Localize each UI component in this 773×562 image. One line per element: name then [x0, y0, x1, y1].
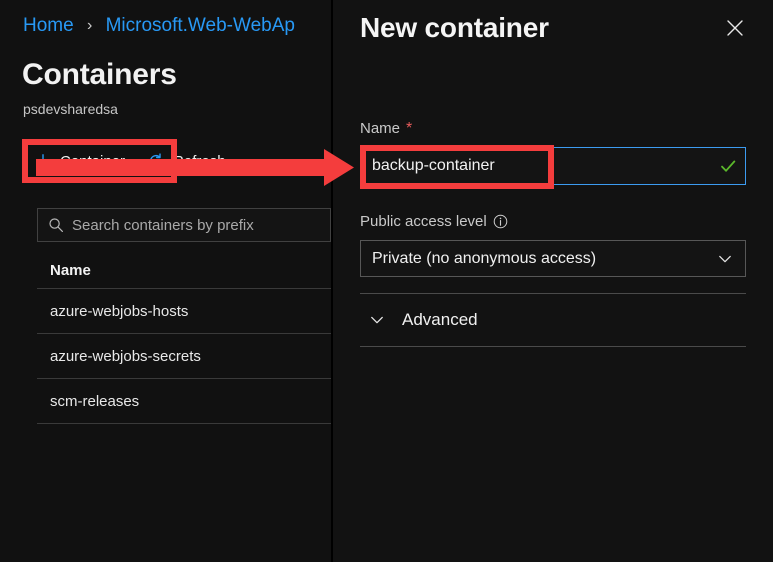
close-icon[interactable] — [719, 12, 751, 44]
required-marker: * — [406, 119, 413, 137]
page-subtitle-storage-account: psdevsharedsa — [23, 101, 118, 117]
public-access-level-label: Public access level — [360, 213, 508, 230]
container-name-cell: azure-webjobs-secrets — [50, 347, 201, 365]
table-row[interactable]: scm-releases — [37, 378, 331, 423]
breadcrumb-item-home[interactable]: Home — [23, 15, 74, 36]
container-name-cell: scm-releases — [50, 392, 140, 410]
new-container-blade: New container Name * Public access level — [333, 0, 773, 562]
table-bottom-divider — [37, 423, 331, 424]
breadcrumb: Home › Microsoft.Web-WebAp — [23, 15, 295, 38]
table-row[interactable]: azure-webjobs-hosts — [37, 288, 331, 333]
name-field-label: Name * — [360, 120, 412, 137]
azure-portal-screen: Home › Microsoft.Web-WebAp Containers ps… — [0, 0, 773, 562]
search-input[interactable] — [72, 216, 330, 234]
add-container-label: Container — [60, 152, 126, 170]
refresh-label: Refresh — [173, 152, 226, 170]
search-icon — [48, 217, 64, 233]
chevron-down-icon — [368, 311, 386, 329]
blade-title: New container — [360, 12, 549, 43]
table-row[interactable]: azure-webjobs-secrets — [37, 333, 331, 378]
name-label-text: Name — [360, 120, 401, 137]
plus-icon — [34, 152, 52, 170]
advanced-toggle[interactable]: Advanced — [360, 294, 746, 346]
checkmark-icon — [711, 148, 745, 184]
name-input-wrapper[interactable] — [360, 147, 746, 185]
refresh-icon — [147, 152, 165, 170]
container-name-cell: azure-webjobs-hosts — [50, 302, 189, 320]
public-access-level-select[interactable]: Private (no anonymous access) — [360, 240, 746, 277]
public-access-label-text: Public access level — [360, 213, 487, 230]
chevron-down-icon — [716, 250, 734, 268]
refresh-button[interactable]: Refresh — [137, 145, 238, 177]
public-access-selected-value: Private (no anonymous access) — [372, 249, 597, 267]
advanced-label: Advanced — [402, 310, 478, 329]
advanced-bottom-divider — [360, 346, 746, 347]
command-toolbar: Container Refresh — [24, 145, 238, 177]
breadcrumb-separator-icon: › — [86, 17, 93, 34]
name-input[interactable] — [361, 148, 711, 184]
containers-table: Name azure-webjobs-hosts azure-webjobs-s… — [37, 253, 331, 424]
add-container-button[interactable]: Container — [24, 145, 137, 177]
breadcrumb-item-resource[interactable]: Microsoft.Web-WebAp — [106, 15, 295, 36]
page-title: Containers — [22, 58, 177, 91]
advanced-section: Advanced — [360, 293, 746, 347]
info-icon[interactable] — [493, 214, 508, 229]
table-header-name: Name — [50, 262, 91, 279]
search-containers-box[interactable] — [37, 208, 331, 242]
containers-list-panel: Home › Microsoft.Web-WebAp Containers ps… — [0, 0, 331, 562]
